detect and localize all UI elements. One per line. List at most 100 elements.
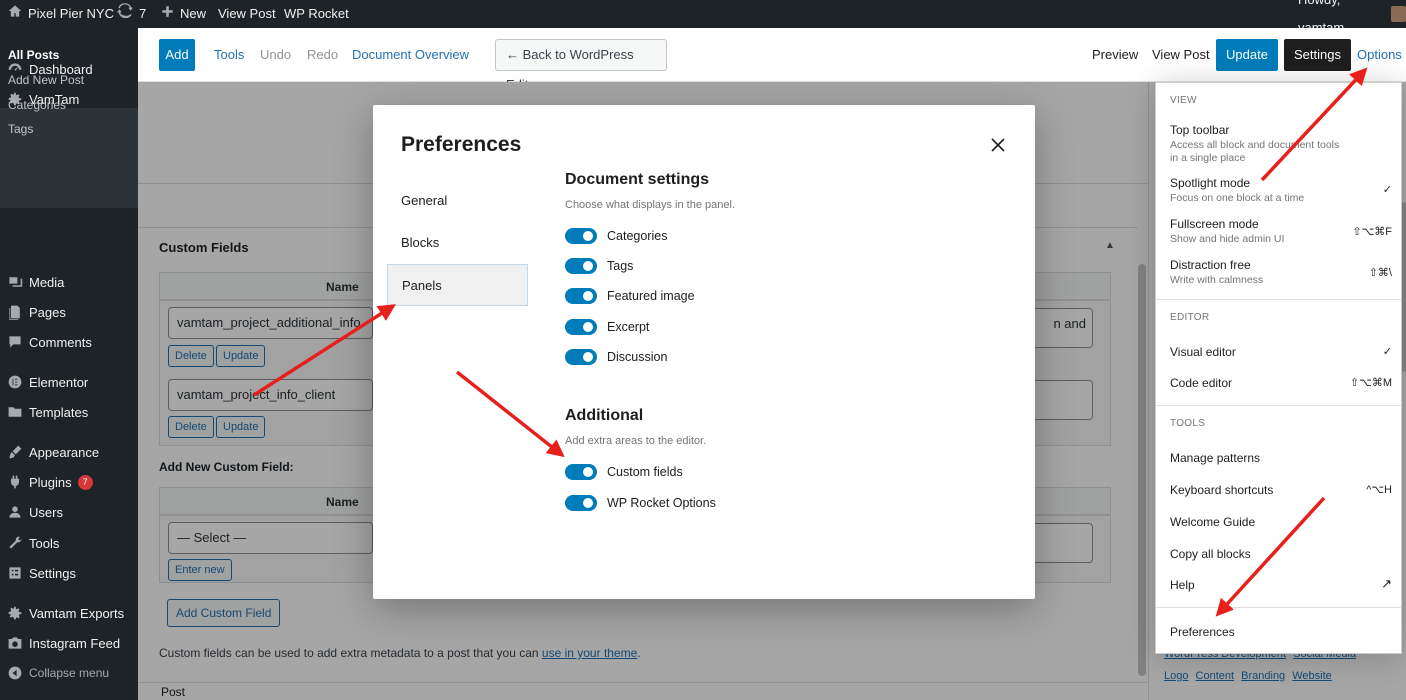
settings-icon (5, 563, 25, 583)
toggle-switch[interactable] (565, 318, 597, 335)
editor-section-heading: EDITOR (1170, 312, 1210, 323)
sidebar-item-comments[interactable]: Comments (0, 327, 138, 357)
copy-all-blocks-item[interactable]: Copy all blocks (1170, 547, 1392, 561)
tools-button[interactable]: Tools (214, 39, 244, 71)
toggle-switch[interactable] (565, 464, 597, 480)
menu-item-label: Distraction free (1170, 258, 1251, 272)
submenu-item-categories[interactable]: Categories (8, 98, 66, 112)
sidebar-item-label: Elementor (29, 374, 89, 390)
pages-icon (5, 302, 25, 322)
toggle-switch[interactable] (565, 228, 597, 244)
toggle-row-featured-image[interactable]: Featured image (565, 287, 695, 305)
shortcut-text: ^⌥H (1366, 484, 1392, 496)
sidebar-item-plugins[interactable]: Plugins 7 (0, 467, 138, 497)
site-home-link[interactable]: Pixel Pier NYC (8, 0, 114, 28)
sidebar-item-media[interactable]: Media (0, 267, 138, 297)
toggle-label: Excerpt (607, 319, 650, 334)
toggle-switch[interactable] (565, 288, 597, 305)
tab-blocks[interactable]: Blocks (387, 222, 528, 264)
toggle-knob (583, 291, 593, 302)
options-button[interactable]: Options (1357, 39, 1402, 71)
shortcut-text: ⇧⌥⌘M (1349, 377, 1392, 389)
menu-item-desc: Write with calmness (1170, 274, 1264, 286)
toggle-row-discussion[interactable]: Discussion (565, 348, 667, 366)
back-to-wp-editor-button[interactable]: ← Back to WordPress Editor (495, 39, 667, 92)
sidebar-item-templates[interactable]: Templates (0, 397, 138, 427)
fullscreen-mode-item[interactable]: Fullscreen mode Show and hide admin UI ⇧⌥⌘… (1170, 217, 1392, 246)
user-icon (5, 502, 25, 522)
toggle-row-custom-fields[interactable]: Custom fields (565, 463, 683, 481)
preview-button[interactable]: Preview (1092, 39, 1138, 71)
sidebar-item-label: Media (29, 274, 65, 290)
tools-section-heading: TOOLS (1170, 418, 1206, 429)
menu-item-label: Keyboard shortcuts (1170, 483, 1274, 497)
shortcut-text: ⇧⌘\ (1368, 267, 1392, 279)
sidebar-item-appearance[interactable]: Appearance (0, 437, 138, 467)
help-item[interactable]: Help ↗ (1170, 576, 1392, 592)
sidebar-item-tools[interactable]: Tools (0, 528, 138, 558)
menu-item-desc: Access all block and document tools in a… (1170, 139, 1340, 164)
account-menu[interactable]: Howdy, vamtam (1298, 0, 1406, 35)
manage-patterns-item[interactable]: Manage patterns (1170, 451, 1392, 465)
updates-link[interactable]: 7 (117, 0, 146, 28)
document-overview-button[interactable]: Document Overview (352, 39, 469, 71)
close-icon[interactable] (988, 135, 1008, 155)
submenu-item-tags[interactable]: Tags (8, 122, 33, 136)
plugin-icon (5, 472, 25, 492)
toggle-switch[interactable] (565, 494, 597, 511)
menu-item-label: Top toolbar (1170, 123, 1230, 137)
toggle-label: Tags (607, 259, 634, 274)
toggle-knob (583, 497, 593, 508)
menu-item-label: Help (1170, 578, 1195, 592)
tab-general[interactable]: General (387, 180, 528, 222)
toggle-row-wp-rocket-options[interactable]: WP Rocket Options (565, 494, 716, 512)
new-content-link[interactable]: New (161, 0, 206, 28)
toggle-row-excerpt[interactable]: Excerpt (565, 318, 649, 336)
adminbar-wp-rocket[interactable]: WP Rocket (284, 0, 349, 28)
keyboard-shortcuts-item[interactable]: Keyboard shortcuts ^⌥H (1170, 483, 1392, 497)
tab-panels[interactable]: Panels (387, 264, 528, 306)
external-link-icon: ↗ (1381, 576, 1392, 591)
submenu-item-all-posts[interactable]: All Posts (8, 48, 59, 62)
welcome-guide-item[interactable]: Welcome Guide (1170, 515, 1392, 529)
sidebar-item-collapse-menu[interactable]: Collapse menu (0, 658, 138, 688)
media-icon (5, 272, 25, 292)
distraction-free-item[interactable]: Distraction free Write with calmness ⇧⌘\ (1170, 258, 1392, 287)
toggle-switch[interactable] (565, 258, 597, 275)
submenu-item-add-new-post[interactable]: Add New Post (8, 73, 84, 87)
toggle-row-tags[interactable]: Tags (565, 257, 633, 275)
sidebar-item-label: Users (29, 504, 63, 520)
preferences-item[interactable]: Preferences (1170, 625, 1392, 639)
visual-editor-item[interactable]: Visual editor ✓ (1170, 345, 1392, 359)
sidebar-item-label: Tools (29, 535, 60, 551)
toggle-row-categories[interactable]: Categories (565, 227, 667, 245)
sidebar-item-vamtam-exports[interactable]: Vamtam Exports (0, 598, 138, 628)
settings-button[interactable]: Settings (1284, 39, 1351, 71)
toggle-knob (583, 351, 593, 362)
menu-item-label: Spotlight mode (1170, 176, 1251, 190)
sidebar-item-pages[interactable]: Pages (0, 297, 138, 327)
sidebar-item-elementor[interactable]: Elementor (0, 367, 138, 397)
menu-item-label: Welcome Guide (1170, 515, 1256, 529)
menu-item-label: Fullscreen mode (1170, 217, 1259, 231)
undo-button[interactable]: Undo (260, 39, 291, 71)
view-section-heading: VIEW (1170, 95, 1197, 106)
sidebar-item-users[interactable]: Users (0, 497, 138, 527)
toggle-switch[interactable] (565, 348, 597, 365)
toggle-label: Discussion (607, 349, 668, 364)
code-editor-item[interactable]: Code editor ⇧⌥⌘M (1170, 376, 1392, 390)
plugins-update-badge: 7 (77, 474, 93, 490)
modal-title: Preferences (401, 133, 522, 156)
site-name[interactable]: Pixel Pier NYC (28, 0, 114, 28)
top-toolbar-item[interactable]: Top toolbar Access all block and document… (1170, 123, 1392, 165)
add-block-button[interactable]: Add (159, 39, 195, 71)
sidebar-item-label: Plugins (29, 474, 72, 490)
update-button[interactable]: Update (1216, 39, 1278, 71)
view-post-button[interactable]: View Post (1152, 39, 1210, 71)
adminbar-view-post[interactable]: View Post (218, 0, 276, 28)
sidebar-item-settings[interactable]: Settings (0, 558, 138, 588)
preferences-modal: Preferences General Blocks Panels Docume… (373, 105, 1035, 599)
sidebar-item-instagram-feed[interactable]: Instagram Feed (0, 628, 138, 658)
spotlight-mode-item[interactable]: Spotlight mode Focus on one block at a ti… (1170, 176, 1392, 205)
redo-button[interactable]: Redo (307, 39, 338, 71)
